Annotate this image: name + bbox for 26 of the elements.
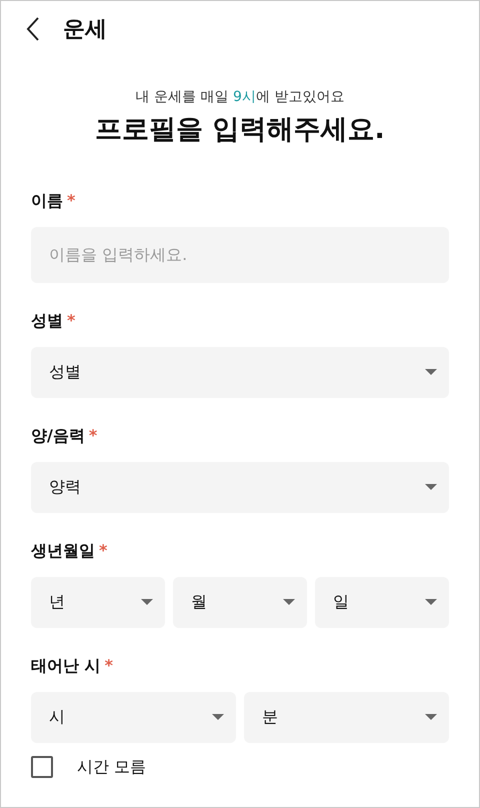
- checkbox-label: 시간 모름: [77, 756, 146, 778]
- caret-icon: [212, 714, 224, 720]
- dropdown-select[interactable]: 일: [315, 576, 449, 628]
- field-label: 성별 *: [31, 310, 76, 332]
- field-label: 생년월일 *: [31, 540, 108, 562]
- back-icon: [26, 16, 40, 42]
- caret-icon: [425, 484, 437, 490]
- caret-icon: [425, 369, 437, 375]
- caret-icon: [283, 599, 295, 605]
- dropdown-select[interactable]: 성별: [31, 346, 449, 398]
- dropdown-select[interactable]: 년: [31, 576, 165, 628]
- caret-icon: [425, 714, 437, 720]
- field-label: 이름 *: [31, 190, 76, 212]
- dropdown-select[interactable]: 분: [244, 692, 449, 742]
- page-heading: 프로필을 입력해주세요.: [94, 113, 386, 147]
- caret-icon: [425, 599, 437, 605]
- page-title: 운세: [63, 16, 107, 44]
- dropdown-select[interactable]: 월: [173, 576, 307, 628]
- field-label: 태어난 시 *: [31, 654, 114, 676]
- field-label: 양/음력 *: [31, 424, 98, 446]
- subtitle-text: 내 운세를 매일 9시에 받고있어요: [134, 88, 346, 107]
- caret-icon: [141, 599, 153, 605]
- dropdown-select[interactable]: 양력: [31, 462, 449, 512]
- dropdown-select[interactable]: 시: [31, 692, 236, 742]
- name-input[interactable]: 이름을 입력하세요.: [31, 226, 449, 282]
- checkbox[interactable]: [31, 756, 53, 778]
